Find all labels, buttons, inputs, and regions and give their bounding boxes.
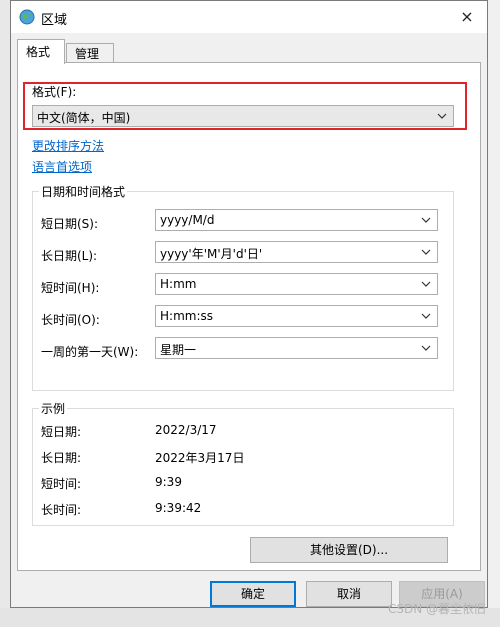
other-settings-button[interactable]: 其他设置(D)... [250,537,448,563]
long-date-label: 长日期(L): [41,249,98,263]
short-time-value: H:mm [160,277,197,291]
examples-group-title: 示例 [39,400,68,417]
ok-button[interactable]: 确定 [210,581,296,607]
first-day-of-week-dropdown[interactable]: 星期一 [155,337,438,359]
long-time-value: H:mm:ss [160,309,213,323]
examples-group: 示例 短日期: 2022/3/17 长日期: 2022年3月17日 短时间: 9… [32,400,454,526]
datetime-format-group-title: 日期和时间格式 [39,183,128,200]
long-date-dropdown[interactable]: yyyy'年'M'月'd'日' [155,241,438,263]
red-highlight-box [23,82,467,130]
example-short-date-label: 短日期: [41,425,82,439]
datetime-format-group: 日期和时间格式 短日期(S): yyyy/M/d 长日期(L): yyyy'年'… [32,183,454,391]
long-time-label: 长时间(O): [41,313,100,327]
chevron-down-icon [421,249,431,255]
close-button[interactable]: × [447,1,487,33]
tab-manage[interactable]: 管理 [66,43,114,63]
short-time-label: 短时间(H): [41,281,100,295]
short-date-dropdown[interactable]: yyyy/M/d [155,209,438,231]
cancel-button[interactable]: 取消 [306,581,392,607]
short-time-dropdown[interactable]: H:mm [155,273,438,295]
chevron-down-icon [421,345,431,351]
example-short-date-value: 2022/3/17 [155,423,217,437]
chevron-down-icon [421,217,431,223]
example-short-time-value: 9:39 [155,475,182,489]
title-bar[interactable]: 区域 × [11,1,487,33]
example-short-time-label: 短时间: [41,477,82,491]
change-sort-link[interactable]: 更改排序方法 [32,137,104,154]
example-long-time-label: 长时间: [41,503,82,517]
watermark: CSDN @暮尘依旧 [387,602,486,616]
example-long-time-value: 9:39:42 [155,501,202,515]
short-date-label: 短日期(S): [41,217,99,231]
background-window-right [486,0,500,627]
example-long-date-label: 长日期: [41,451,82,465]
language-preferences-link[interactable]: 语言首选项 [32,158,92,175]
first-day-of-week-value: 星期一 [160,343,197,357]
globe-icon [19,9,35,25]
chevron-down-icon [421,313,431,319]
format-tab-panel: 格式(F): 中文(简体，中国) 更改排序方法 语言首选项 日期和时间格式 短日… [17,62,481,571]
dialog-title: 区域 [41,13,68,28]
first-day-of-week-label: 一周的第一天(W): [41,345,139,359]
long-time-dropdown[interactable]: H:mm:ss [155,305,438,327]
tab-format[interactable]: 格式 [17,39,65,64]
example-long-date-value: 2022年3月17日 [155,451,245,465]
chevron-down-icon [421,281,431,287]
long-date-value: yyyy'年'M'月'd'日' [160,247,263,261]
short-date-value: yyyy/M/d [160,213,215,227]
